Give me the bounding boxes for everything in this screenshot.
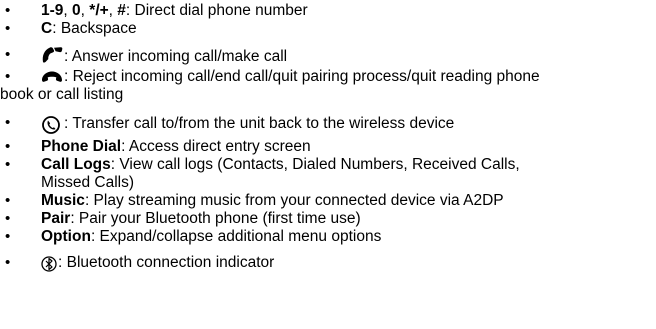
bullet: • — [5, 46, 11, 63]
item-text: Music: Play streaming music from your co… — [41, 192, 651, 210]
description: : Play streaming music from your connect… — [84, 192, 504, 209]
key-label: Option — [41, 228, 91, 245]
description: : Bluetooth connection indicator — [58, 254, 275, 271]
item-text: : Answer incoming call/make call — [41, 46, 651, 69]
bullet: • — [5, 156, 11, 173]
item-text: Pair: Pair your Bluetooth phone (first t… — [41, 210, 651, 228]
bullet: • — [5, 68, 11, 85]
bullet: • — [5, 114, 11, 131]
separator: , — [80, 2, 90, 19]
item-text: : Reject incoming call/end call/quit pai… — [41, 68, 651, 89]
description: : Reject incoming call/end call/quit pai… — [64, 68, 540, 85]
key-label: 1-9 — [41, 2, 64, 19]
bluetooth-icon — [41, 255, 57, 275]
description: : Pair your Bluetooth phone (first time … — [70, 210, 361, 227]
description: : Transfer call to/from the unit back to… — [64, 115, 455, 132]
description: : Access direct entry screen — [121, 138, 311, 155]
separator: , — [108, 2, 118, 19]
bullet: • — [5, 20, 11, 37]
item-text: : Transfer call to/from the unit back to… — [41, 114, 651, 136]
key-label: */+ — [89, 2, 109, 19]
key-label: C — [41, 20, 53, 37]
key-label: Music — [41, 192, 85, 209]
description: : Expand/collapse additional menu option… — [90, 228, 382, 245]
item-text: C: Backspace — [41, 20, 651, 38]
bullet: • — [5, 192, 11, 209]
bullet: • — [5, 228, 11, 245]
item-text: Call Logs: View call logs (Contacts, Dia… — [41, 156, 651, 174]
description: : Direct dial phone number — [125, 2, 308, 19]
bullet: • — [5, 138, 11, 155]
item-continuation: book or call listing — [0, 86, 124, 103]
description: : View call logs (Contacts, Dialed Numbe… — [110, 156, 520, 173]
description: : Answer incoming call/make call — [64, 48, 288, 65]
item-text: Option: Expand/collapse additional menu … — [41, 228, 651, 246]
key-label: Pair — [41, 210, 71, 227]
item-text: 1-9, 0, */+, #: Direct dial phone number — [41, 2, 651, 20]
phone-answer-icon — [41, 46, 63, 69]
description: : Backspace — [52, 20, 137, 37]
item-continuation: Missed Calls) — [41, 174, 135, 191]
bullet: • — [5, 210, 11, 227]
key-label: Call Logs — [41, 156, 111, 173]
transfer-call-icon — [41, 114, 63, 136]
bullet: • — [5, 254, 11, 271]
key-label: Phone Dial — [41, 138, 122, 155]
key-label: 0 — [72, 2, 81, 19]
item-text: : Bluetooth connection indicator — [41, 254, 651, 275]
key-label: # — [117, 2, 126, 19]
separator: , — [63, 2, 73, 19]
bullet: • — [5, 2, 11, 19]
item-text: Phone Dial: Access direct entry screen — [41, 138, 651, 156]
